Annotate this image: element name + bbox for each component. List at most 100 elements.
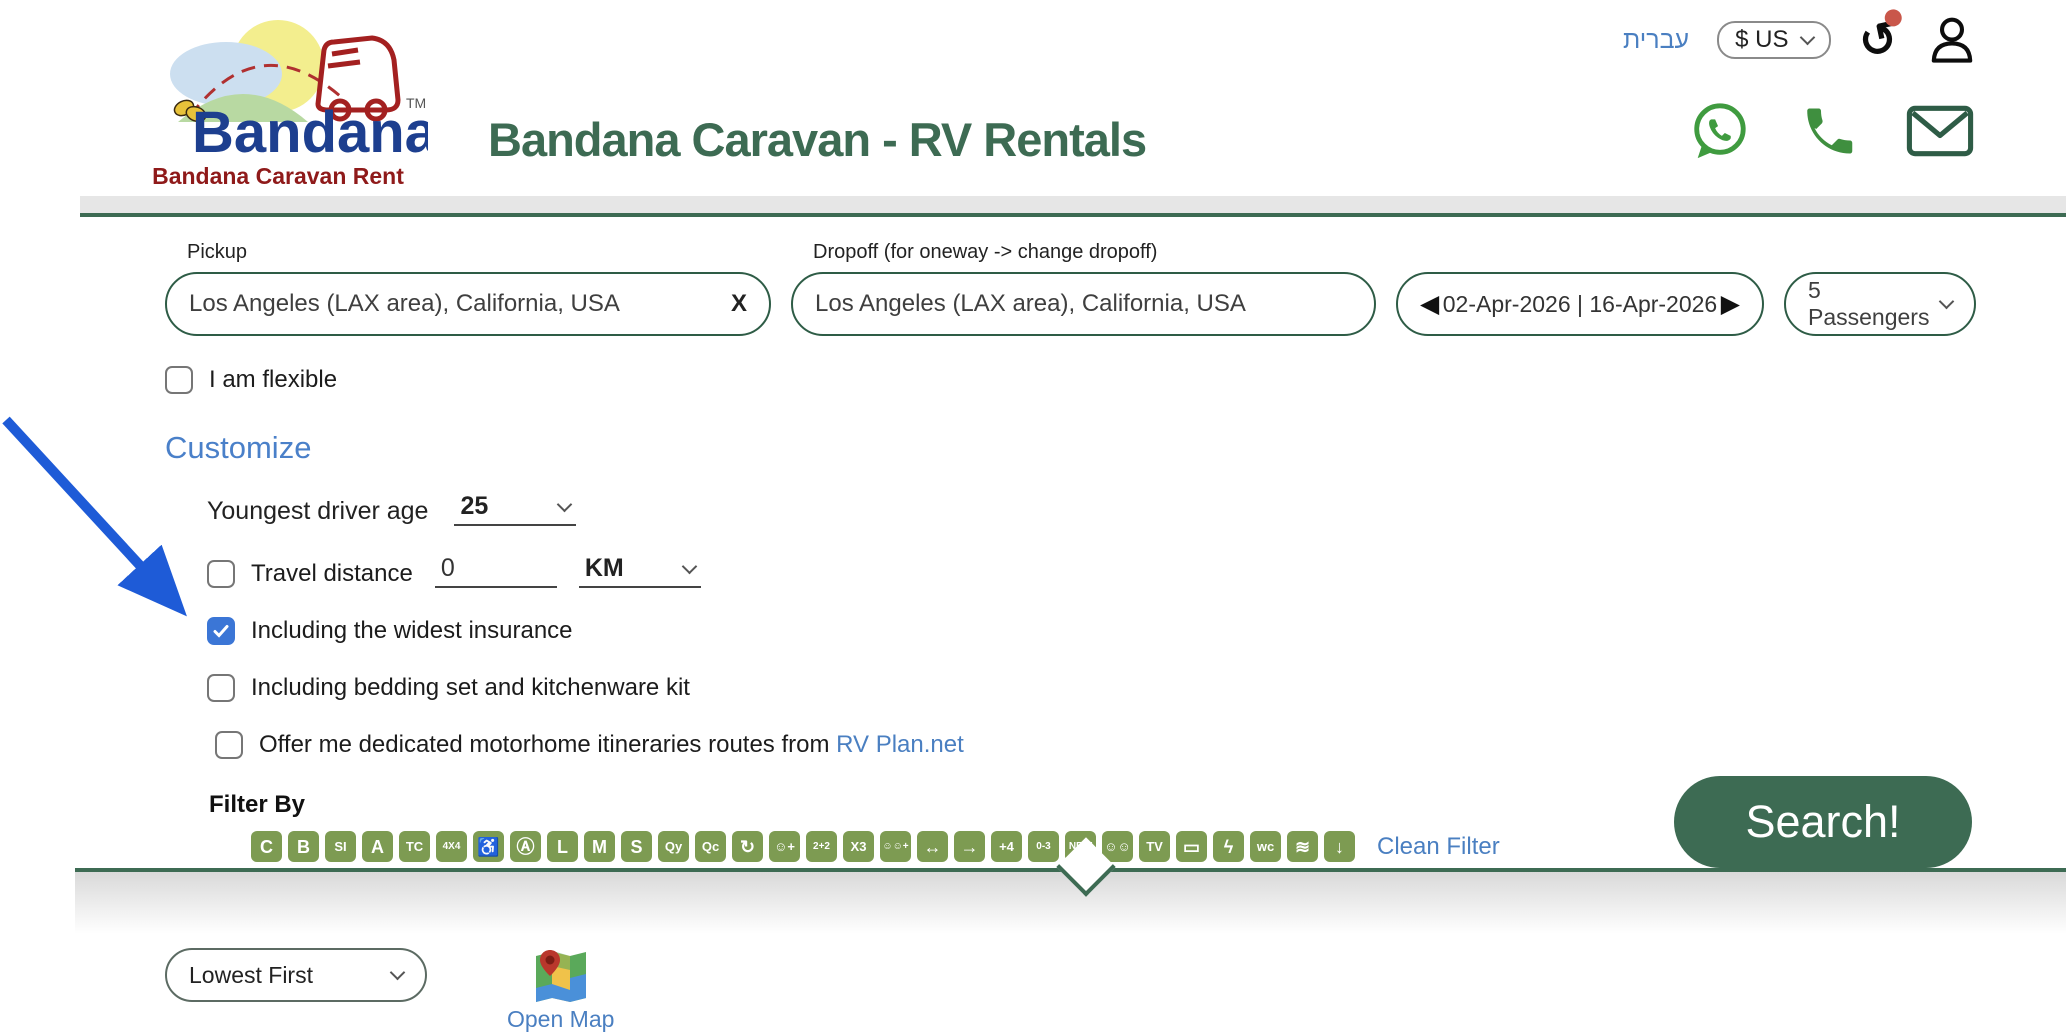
search-button[interactable]: Search! xyxy=(1674,776,1972,868)
pickup-value: Los Angeles (LAX area), California, USA xyxy=(189,290,620,318)
filter-icon[interactable]: → xyxy=(954,831,985,862)
sort-select[interactable]: Lowest First xyxy=(165,948,427,1002)
flexible-label: I am flexible xyxy=(209,366,337,394)
bedding-checkbox[interactable] xyxy=(207,674,235,702)
sort-value: Lowest First xyxy=(189,962,313,989)
svg-text:TM: TM xyxy=(406,95,426,111)
logo-subtitle: Bandana Caravan Rent xyxy=(118,163,438,190)
flexible-row: I am flexible xyxy=(165,366,2066,394)
chevron-down-icon xyxy=(557,496,573,512)
header: Bandana TM Bandana Caravan Rent Bandana … xyxy=(0,0,2066,196)
travel-distance-input[interactable]: 0 xyxy=(435,554,557,588)
itineraries-label: Offer me dedicated motorhome itineraries… xyxy=(259,731,964,759)
filter-icon[interactable]: ☺+ xyxy=(769,831,800,862)
results-bar: Lowest First Open Map xyxy=(165,948,614,1033)
top-utility-bar: עברית $ US ↺ xyxy=(1623,14,1978,66)
filter-icon[interactable]: 2+2 xyxy=(806,831,837,862)
passengers-value: 5 Passengers xyxy=(1808,277,1941,331)
filter-icon[interactable]: X3 xyxy=(843,831,874,862)
filter-icon[interactable]: C xyxy=(251,831,282,862)
prev-dates-icon[interactable]: ◀ xyxy=(1420,292,1439,317)
filter-icon[interactable]: wc xyxy=(1250,831,1281,862)
dropoff-input[interactable]: Los Angeles (LAX area), California, USA xyxy=(791,272,1376,336)
account-icon[interactable] xyxy=(1926,14,1978,66)
filter-icon[interactable]: SI xyxy=(325,831,356,862)
chevron-down-icon xyxy=(1939,294,1955,310)
section-divider xyxy=(75,868,2066,934)
pickup-label: Pickup xyxy=(187,241,771,264)
filter-icon[interactable]: Ⓐ xyxy=(510,831,541,862)
customize-heading[interactable]: Customize xyxy=(165,430,2066,466)
clear-pickup-button[interactable]: X xyxy=(719,290,747,318)
history-icon[interactable]: ↺ xyxy=(1855,13,1902,66)
next-dates-icon[interactable]: ▶ xyxy=(1721,292,1740,317)
filter-icon[interactable]: ϟ xyxy=(1213,831,1244,862)
insurance-label: Including the widest insurance xyxy=(251,617,573,645)
whatsapp-icon[interactable] xyxy=(1688,100,1750,162)
currency-select[interactable]: $ US xyxy=(1717,21,1831,59)
filter-icon[interactable]: TC xyxy=(399,831,430,862)
insurance-checkbox[interactable] xyxy=(207,617,235,645)
map-icon xyxy=(534,948,588,1004)
bedding-label: Including bedding set and kitchenware ki… xyxy=(251,674,690,702)
header-divider xyxy=(80,196,2066,217)
filter-icon[interactable]: Qy xyxy=(658,831,689,862)
itineraries-checkbox[interactable] xyxy=(215,731,243,759)
page-title: Bandana Caravan - RV Rentals xyxy=(488,112,1146,167)
location-date-row: Pickup Los Angeles (LAX area), Californi… xyxy=(165,241,2066,336)
driver-age-row: Youngest driver age 25 xyxy=(207,492,2066,526)
svg-text:Bandana: Bandana xyxy=(192,100,428,164)
filter-icon[interactable]: ↔ xyxy=(917,831,948,862)
filter-icon[interactable]: A xyxy=(362,831,393,862)
filter-icon[interactable]: M xyxy=(584,831,615,862)
chevron-down-icon xyxy=(682,558,698,574)
filter-icon[interactable]: L xyxy=(547,831,578,862)
pickup-input[interactable]: Los Angeles (LAX area), California, USA … xyxy=(165,272,771,336)
travel-distance-label: Travel distance xyxy=(251,560,413,588)
filter-icon[interactable]: ▭ xyxy=(1176,831,1207,862)
filter-icon[interactable]: ↻ xyxy=(732,831,763,862)
filter-icon[interactable]: S xyxy=(621,831,652,862)
logo-art-icon: Bandana TM xyxy=(128,4,428,164)
clean-filter-link[interactable]: Clean Filter xyxy=(1377,833,1500,861)
travel-distance-row: Travel distance 0 KM xyxy=(207,554,2066,588)
open-map-button[interactable]: Open Map xyxy=(507,948,614,1033)
open-map-label: Open Map xyxy=(507,1006,614,1033)
filter-icon[interactable]: ≋ xyxy=(1287,831,1318,862)
filter-icon[interactable]: 0-3 xyxy=(1028,831,1059,862)
currency-value: $ US xyxy=(1735,26,1788,54)
filter-icon[interactable]: ♿ xyxy=(473,831,504,862)
bedding-row: Including bedding set and kitchenware ki… xyxy=(207,674,2066,702)
chevron-down-icon xyxy=(390,965,406,981)
rv-plan-link[interactable]: RV Plan.net xyxy=(836,731,964,758)
dropoff-value: Los Angeles (LAX area), California, USA xyxy=(815,290,1246,318)
phone-icon[interactable] xyxy=(1798,101,1858,161)
date-range-picker[interactable]: ◀ 02-Apr-2026 | 16-Apr-2026 ▶ xyxy=(1396,272,1764,336)
notification-dot xyxy=(1883,8,1903,28)
driver-age-label: Youngest driver age xyxy=(207,497,428,526)
filter-icon[interactable]: Qc xyxy=(695,831,726,862)
date-range-value: 02-Apr-2026 | 16-Apr-2026 xyxy=(1443,291,1717,318)
filter-icon[interactable]: ↓ xyxy=(1324,831,1355,862)
search-form: Pickup Los Angeles (LAX area), Californi… xyxy=(0,217,2066,862)
chevron-down-icon xyxy=(1800,30,1816,46)
passengers-select[interactable]: 5 Passengers xyxy=(1784,272,1976,336)
driver-age-value: 25 xyxy=(460,492,488,521)
filter-icon[interactable]: B xyxy=(288,831,319,862)
itineraries-row: Offer me dedicated motorhome itineraries… xyxy=(215,731,2066,759)
dropoff-label: Dropoff (for oneway -> change dropoff) xyxy=(813,241,1376,264)
insurance-row: Including the widest insurance xyxy=(207,617,2066,645)
email-icon[interactable] xyxy=(1906,103,1974,159)
flexible-checkbox[interactable] xyxy=(165,366,193,394)
distance-unit-select[interactable]: KM xyxy=(579,554,701,588)
filter-icon[interactable]: 4X4 xyxy=(436,831,467,862)
contact-icons xyxy=(1688,100,1974,162)
filter-icon[interactable]: ☺☺+ xyxy=(880,831,911,862)
filter-icon[interactable]: TV xyxy=(1139,831,1170,862)
distance-unit-value: KM xyxy=(585,554,624,583)
language-link[interactable]: עברית xyxy=(1623,26,1689,55)
driver-age-select[interactable]: 25 xyxy=(454,492,576,526)
travel-distance-checkbox[interactable] xyxy=(207,560,235,588)
brand-logo[interactable]: Bandana TM Bandana Caravan Rent xyxy=(118,4,438,190)
filter-icon[interactable]: +4 xyxy=(991,831,1022,862)
